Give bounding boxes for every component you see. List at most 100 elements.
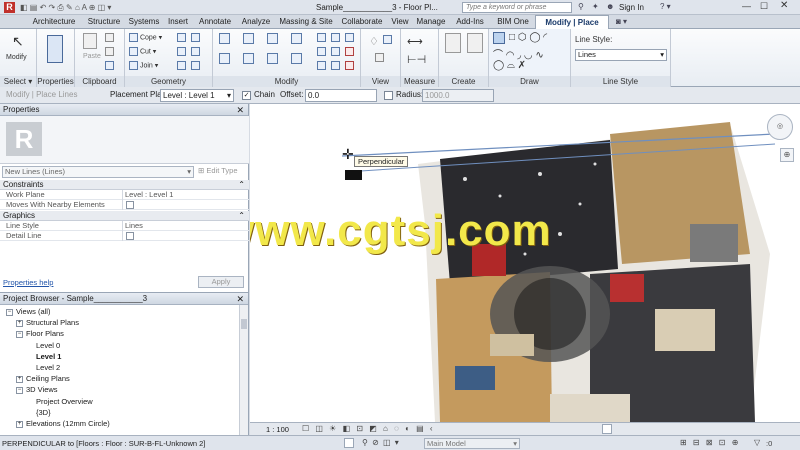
horizontal-scroll-thumb[interactable] <box>602 424 612 434</box>
maximize-button[interactable]: ☐ <box>760 1 768 12</box>
browser-item[interactable]: Level 0 <box>26 341 60 350</box>
quick-access-toolbar[interactable]: ◧ ▤ ↶ ↷ ⎙ ✎ ⌂ A ⊕ ◫ ▾ <box>20 3 111 13</box>
line-tool-icon[interactable] <box>493 32 505 44</box>
browser-scrollbar[interactable] <box>239 305 248 435</box>
tab-manage[interactable]: Manage <box>414 15 448 29</box>
status-tools-icons[interactable]: ⚲ ⊘ ◫ ▾ <box>362 438 400 447</box>
offset-icon[interactable] <box>243 33 254 44</box>
mirror-axis-icon[interactable] <box>267 33 278 44</box>
paste-icon[interactable] <box>83 33 97 49</box>
view-scale[interactable]: 1 : 100 <box>266 425 289 434</box>
tab-insert[interactable]: Insert <box>164 15 192 29</box>
edit-type-button[interactable]: ⊞ Edit Type <box>198 166 238 175</box>
cope-button[interactable]: Cope ▾ <box>129 33 162 42</box>
collapse-icon[interactable]: − <box>16 386 23 394</box>
browser-item[interactable]: + Structural Plans <box>16 318 79 327</box>
close-icon[interactable]: ✕ <box>236 104 244 116</box>
help-icon[interactable]: ? ▾ <box>660 2 671 11</box>
unpin-icon[interactable] <box>331 47 340 57</box>
minimize-button[interactable]: — <box>742 1 751 11</box>
move-icon[interactable] <box>219 53 230 64</box>
section-constraints[interactable]: Constraints ⌃ <box>0 180 249 190</box>
prop-row-line-style[interactable]: Line Style Lines <box>0 221 249 231</box>
expand-icon[interactable]: + <box>16 375 23 383</box>
status-scroll-icon[interactable] <box>344 438 354 448</box>
prop-row-moves-with-nearby[interactable]: Moves With Nearby Elements <box>0 200 249 210</box>
offset-input[interactable]: 0.0 <box>305 89 377 102</box>
view-control-icons[interactable]: ☐ ◫ ☀ ◧ ⊡ ◩ ⌂ ◌ ◐ ▤ ‹ <box>302 424 435 433</box>
expand-icon[interactable]: + <box>16 420 23 428</box>
line-style-dropdown[interactable]: Lines ▾ <box>575 49 667 61</box>
tab-annotate[interactable]: Annotate <box>194 15 236 29</box>
browser-item[interactable]: Level 1 <box>26 352 61 361</box>
hide-element-icon[interactable] <box>375 53 384 63</box>
copy-icon[interactable] <box>105 33 114 43</box>
tab-architecture[interactable]: Architecture <box>26 15 82 29</box>
align-icon[interactable] <box>219 33 230 44</box>
active-model-dropdown[interactable]: Main Model ▾ <box>424 438 520 449</box>
paste-button[interactable]: Paste <box>83 53 101 60</box>
browser-item[interactable]: + Ceiling Plans <box>16 374 70 383</box>
wall-joins-icon[interactable] <box>191 33 200 43</box>
cut-icon[interactable] <box>105 47 114 57</box>
properties-icon[interactable] <box>47 35 63 63</box>
override-graphics-icon[interactable] <box>383 35 392 45</box>
subscription-icon[interactable]: ✦ <box>592 2 599 11</box>
create-group-icon[interactable] <box>467 33 483 53</box>
match-properties-icon[interactable] <box>105 61 114 71</box>
type-selector[interactable]: New Lines (Lines) ▾ <box>2 166 194 178</box>
delete-icon[interactable] <box>345 47 354 57</box>
sign-in-link[interactable]: Sign In <box>619 3 644 12</box>
tab-modify-place-lines[interactable]: Modify | Place Lines <box>535 15 609 41</box>
tab-view[interactable]: View <box>388 15 412 29</box>
drawing-canvas[interactable]: ✛ Perpendicular www.cgtsj.com ◎ ⊕ <box>250 104 800 422</box>
app-logo-icon[interactable]: R <box>4 2 15 13</box>
pin-icon[interactable] <box>317 47 326 57</box>
array-icon[interactable] <box>331 33 340 43</box>
prop-row-detail-line[interactable]: Detail Line <box>0 231 249 241</box>
trim-extend-icon[interactable] <box>317 61 326 71</box>
tab-systems[interactable]: Systems <box>126 15 162 29</box>
browser-item[interactable]: Project Overview <box>26 397 93 406</box>
remove-paint-icon[interactable] <box>177 61 186 71</box>
scale-icon[interactable] <box>345 33 354 43</box>
browser-item[interactable]: Level 2 <box>26 363 60 372</box>
moves-with-nearby-checkbox[interactable] <box>126 201 134 209</box>
tab-massing-site[interactable]: Massing & Site <box>276 15 336 29</box>
radius-checkbox[interactable] <box>384 91 393 100</box>
split-face-icon[interactable] <box>177 33 186 43</box>
tab-structure[interactable]: Structure <box>84 15 124 29</box>
unjoin-icon[interactable] <box>331 61 340 71</box>
detail-line-checkbox[interactable] <box>126 232 134 240</box>
close-button[interactable]: ✕ <box>780 0 788 11</box>
tab-bim-one[interactable]: BIM One <box>494 15 532 29</box>
rotate-icon[interactable] <box>267 53 278 64</box>
section-graphics[interactable]: Graphics ⌃ <box>0 211 249 221</box>
apply-button[interactable]: Apply <box>198 276 244 288</box>
user-icon[interactable]: ☻ <box>606 2 614 11</box>
browser-item[interactable]: {3D} <box>26 408 51 417</box>
create-assembly-icon[interactable] <box>445 33 461 53</box>
paint-icon[interactable] <box>177 47 186 57</box>
modify-button[interactable]: Modify <box>6 54 27 61</box>
scroll-thumb[interactable] <box>241 319 247 329</box>
navigation-wheel-icon[interactable]: ⊕ <box>780 148 794 162</box>
modify-arrow-icon[interactable]: ↖ <box>12 33 24 50</box>
join-button[interactable]: Join ▾ <box>129 61 158 70</box>
collapse-icon[interactable]: − <box>6 308 13 316</box>
mirror-draw-icon[interactable] <box>291 33 302 44</box>
delete-red-icon[interactable] <box>345 61 354 71</box>
browser-item[interactable]: − Views (all) <box>6 307 50 316</box>
chain-checkbox[interactable]: ✓ <box>242 91 251 100</box>
close-icon[interactable]: ✕ <box>236 293 244 305</box>
trim-icon[interactable] <box>291 53 302 64</box>
prop-row-work-plane[interactable]: Work Plane Level : Level 1 <box>0 190 249 200</box>
expand-icon[interactable]: + <box>16 319 23 327</box>
search-icon[interactable]: ⚲ <box>578 2 584 11</box>
beam-join-icon[interactable] <box>191 61 200 71</box>
draw-tools-row2[interactable]: ⌒ ◠ ◞ ◡ ∿ <box>493 46 544 61</box>
draw-tools-row3[interactable]: ◯ ⌓ ✗ <box>493 60 526 71</box>
copy-element-icon[interactable] <box>243 53 254 64</box>
browser-item[interactable]: − Floor Plans <box>16 329 64 338</box>
dimension-icon[interactable]: ⊢⊣ <box>407 53 426 66</box>
